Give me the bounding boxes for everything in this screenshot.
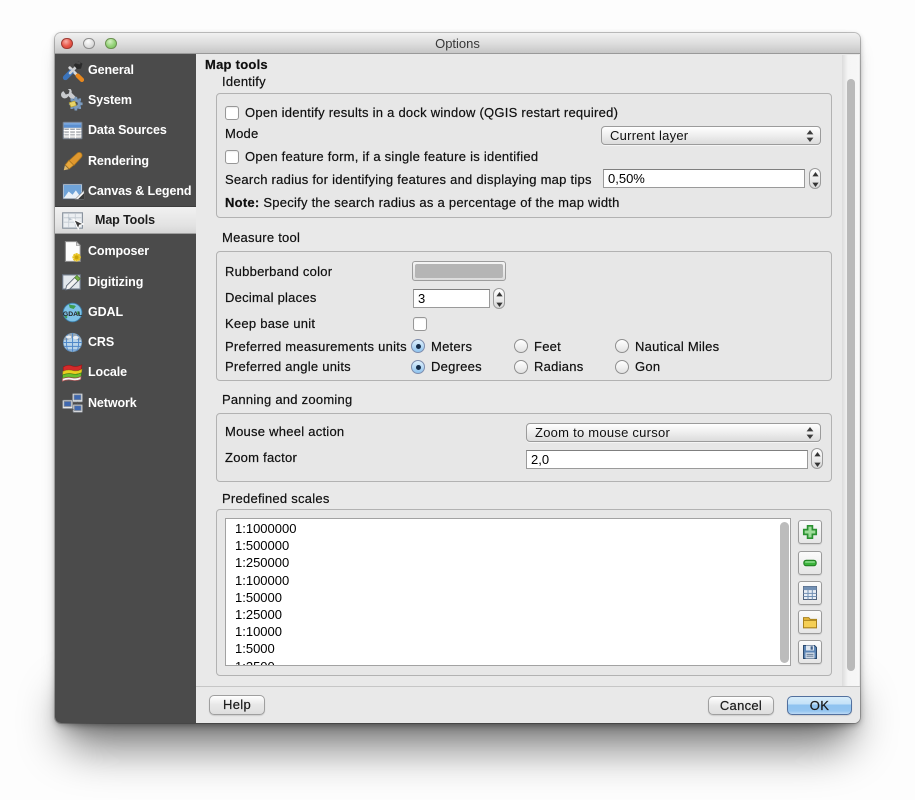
svg-text:GDAL: GDAL [63, 310, 82, 317]
